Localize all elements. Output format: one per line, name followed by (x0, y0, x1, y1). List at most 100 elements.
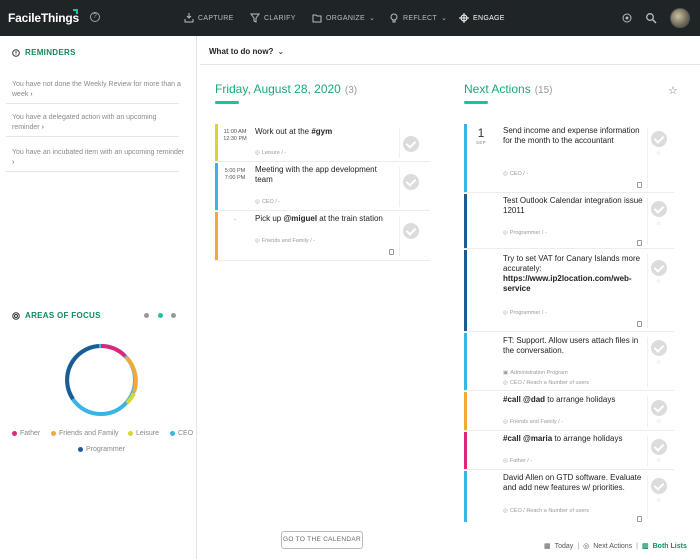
task-tag: #call @maria (503, 434, 553, 443)
task-title[interactable]: David Allen on GTD software. Evaluate an… (503, 473, 643, 493)
task-time: 5:00 PM 7:00 PM (221, 168, 249, 181)
what-to-do-dropdown[interactable]: What to do now? ⌄ (209, 47, 284, 56)
complete-check-button[interactable] (651, 439, 667, 455)
document-icon[interactable] (389, 249, 394, 255)
task-text: Meeting with the app development team (255, 165, 377, 184)
divider (6, 103, 179, 104)
carousel-dot-active[interactable] (158, 313, 163, 318)
document-icon[interactable] (637, 321, 642, 327)
task-contact: @miguel (283, 214, 318, 223)
complete-check-button[interactable] (651, 400, 667, 416)
brand-logo[interactable]: FacileThings (8, 11, 79, 25)
complete-check-button[interactable] (651, 340, 667, 356)
view-both-lists-link[interactable]: Both Lists (653, 543, 687, 550)
task-title[interactable]: #call @maria to arrange holidays (503, 434, 643, 444)
document-icon[interactable] (637, 182, 642, 188)
reminder-item[interactable]: You have an incubated item with an upcom… (12, 148, 185, 167)
next-action-item[interactable]: Try to set VAT for Canary Islands more a… (464, 250, 674, 332)
next-action-item[interactable]: David Allen on GTD software. Evaluate an… (464, 471, 674, 522)
next-action-item[interactable]: #call @dad to arrange holidays ◎ Friends … (464, 392, 674, 431)
task-title[interactable]: FT: Support. Allow users attach files in… (503, 336, 643, 356)
help-icon[interactable]: ? (90, 12, 100, 22)
complete-check-button[interactable] (403, 174, 419, 190)
reminders-header: REMINDERS (12, 48, 76, 57)
task-link[interactable]: https://www.ip2location.com/web-service (503, 274, 632, 293)
target-icon (12, 311, 20, 320)
focus-icon: ◎ (503, 458, 508, 464)
divider (647, 436, 648, 466)
search-icon[interactable] (645, 12, 657, 24)
view-today-link[interactable]: Today (555, 543, 574, 550)
document-icon[interactable] (637, 516, 642, 522)
calendar-task[interactable]: 11:00 AM 12:30 PM Work out at the #gym ◎ L… (215, 124, 430, 162)
task-meta-text: CEO / Reach a Number of users (509, 508, 589, 514)
date-column-title: Friday, August 28, 2020 (3) (215, 82, 357, 96)
target-settings-icon[interactable] (621, 12, 633, 24)
task-title[interactable]: #call @dad to arrange holidays (503, 395, 643, 405)
complete-check-button[interactable] (403, 223, 419, 239)
focus-icon: ◎ (503, 508, 508, 514)
left-panel: REMINDERS You have not done the Weekly R… (0, 36, 197, 559)
star-icon[interactable]: ☆ (656, 278, 661, 285)
nav-clarify[interactable]: CLARIFY (250, 13, 296, 23)
complete-check-button[interactable] (651, 478, 667, 494)
reminder-text: You have not done the Weekly Review for … (12, 81, 181, 98)
focus-icon: ◎ (503, 310, 508, 316)
legend-dot (12, 431, 17, 436)
complete-check-button[interactable] (651, 201, 667, 217)
task-meta: ◎ Friends and Family / - (503, 419, 563, 425)
calendar-task[interactable]: 5:00 PM 7:00 PM Meeting with the app deve… (215, 163, 430, 211)
areas-header: AREAS OF FOCUS (12, 311, 101, 320)
star-icon[interactable]: ☆ (668, 84, 678, 97)
complete-check-button[interactable] (651, 260, 667, 276)
calendar-task[interactable]: - Pick up @miguel at the train station ◎… (215, 212, 430, 261)
star-icon[interactable]: ☆ (656, 220, 661, 227)
star-icon[interactable]: ☆ (656, 150, 661, 157)
view-next-actions-link[interactable]: Next Actions (593, 543, 632, 550)
task-text: Test Outlook Calendar integration issue … (503, 196, 643, 215)
brand-mark-icon (73, 9, 78, 14)
folder-icon (312, 14, 322, 23)
task-title[interactable]: Meeting with the app development team (255, 165, 395, 185)
focus-icon: ◎ (255, 199, 260, 205)
reminder-item[interactable]: You have not done the Weekly Review for … (12, 80, 185, 99)
bulb-icon (390, 13, 398, 23)
nav-organize-label: ORGANIZE (326, 14, 365, 22)
task-text: at the train station (317, 214, 383, 223)
next-action-item[interactable]: #call @maria to arrange holidays ◎ Father… (464, 432, 674, 470)
nav-reflect[interactable]: REFLECT ⌄ (389, 13, 447, 23)
nav-organize[interactable]: ORGANIZE ⌄ (312, 13, 375, 23)
next-action-item[interactable]: 1 SEP Send income and expense information… (464, 124, 674, 193)
star-icon[interactable]: ☆ (656, 457, 661, 464)
carousel-dot[interactable] (144, 313, 149, 318)
complete-check-button[interactable] (403, 136, 419, 152)
carousel-dot[interactable] (171, 313, 176, 318)
task-title[interactable]: Test Outlook Calendar integration issue … (503, 196, 643, 216)
next-action-item[interactable]: FT: Support. Allow users attach files in… (464, 333, 674, 391)
next-action-item[interactable]: Test Outlook Calendar integration issue … (464, 194, 674, 249)
area-color-bar (215, 124, 218, 161)
reminder-text: You have a delegated action with an upco… (12, 114, 157, 131)
reminder-item[interactable]: You have a delegated action with an upco… (12, 113, 185, 132)
nav-capture[interactable]: CAPTURE (184, 13, 234, 23)
avatar[interactable] (670, 8, 690, 28)
document-icon[interactable] (637, 240, 642, 246)
task-text: to arrange holidays (552, 434, 623, 443)
columns-icon: ▥ (642, 543, 649, 550)
go-to-calendar-button[interactable]: GO TO THE CALENDAR (281, 531, 363, 549)
title-underline (464, 101, 488, 104)
star-icon[interactable]: ☆ (656, 359, 661, 366)
reminder-text: You have an incubated item with an upcom… (12, 149, 185, 156)
task-title[interactable]: Work out at the #gym (255, 127, 395, 137)
complete-check-button[interactable] (651, 131, 667, 147)
nav-engage[interactable]: ENGAGE (459, 13, 505, 23)
star-icon[interactable]: ☆ (656, 497, 661, 504)
legend-dot (51, 431, 56, 436)
task-text: Send income and expense information for … (503, 126, 640, 145)
task-title[interactable]: Pick up @miguel at the train station (255, 214, 395, 224)
nav-reflect-label: REFLECT (403, 14, 437, 22)
star-icon[interactable]: ☆ (656, 418, 661, 425)
task-meta-text: CEO / - (261, 199, 281, 205)
task-title[interactable]: Send income and expense information for … (503, 126, 643, 146)
task-title[interactable]: Try to set VAT for Canary Islands more a… (503, 254, 643, 294)
